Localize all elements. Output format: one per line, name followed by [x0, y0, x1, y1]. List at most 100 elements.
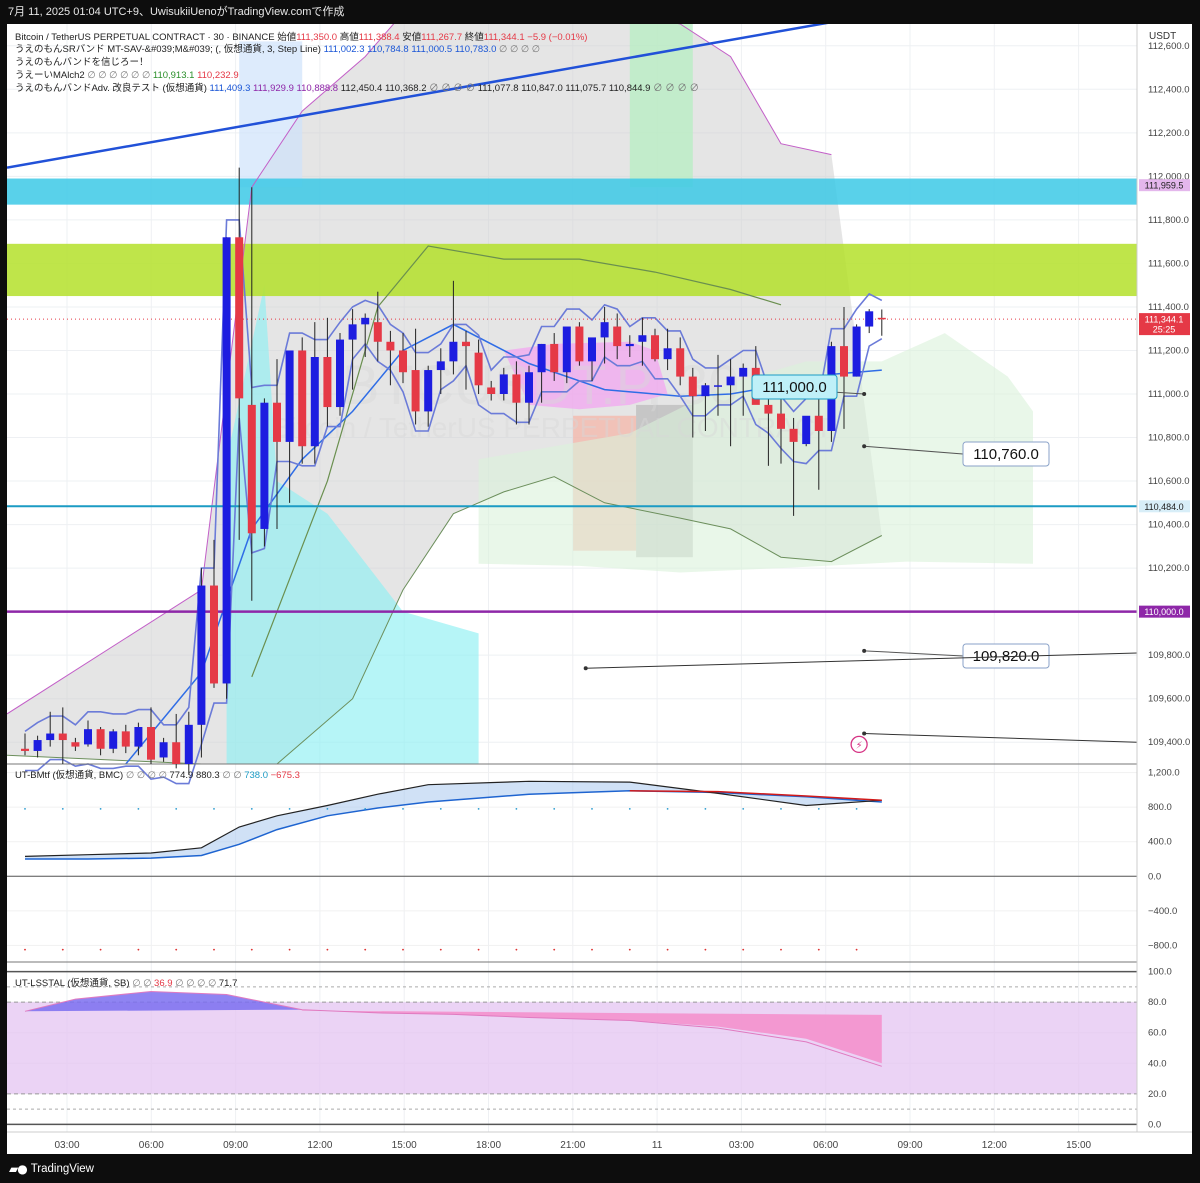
legend-change: −5.9 (−0.01%): [527, 32, 587, 43]
bm-dot-bottom: [817, 948, 820, 951]
candle-body: [298, 350, 307, 447]
bm-dot-top: [61, 808, 64, 810]
indicator-legend: UT-LSSTAL (仮想通貨, SB) ∅ ∅ 36.9 ∅ ∅ ∅ ∅ 71…: [15, 977, 237, 989]
indicator-legend-name: うえのもんバンドを信じろー！: [15, 56, 148, 68]
candle-body: [58, 733, 67, 741]
bm-dot-top: [477, 808, 480, 810]
legend-ohlc-label: 高値: [340, 31, 360, 43]
indicator-legend-value: ∅: [453, 83, 465, 94]
price-badge-text: 110,484.0: [1144, 502, 1183, 512]
bm-dot-top: [288, 808, 291, 810]
bm-dot-top: [213, 808, 215, 810]
bm-dot-bottom: [288, 948, 291, 951]
indicator-legend-value: ∅: [233, 770, 244, 781]
time-tick-label: 06:00: [813, 1140, 838, 1151]
candle-body: [436, 361, 445, 371]
indicator-legend-value: ∅: [131, 70, 142, 81]
indicator-legend-value: ∅: [148, 770, 159, 781]
bm-dot-bottom: [137, 948, 140, 951]
candle-body: [285, 350, 294, 442]
indicator-legend-value: ∅: [429, 83, 441, 94]
indicator-tick-label: 1,200.0: [1148, 768, 1180, 779]
time-tick-label: 12:00: [982, 1140, 1007, 1151]
indicator-legend-value: ∅: [120, 70, 131, 81]
indicator-legend-value: 112,450.4: [341, 83, 385, 94]
legend-ohlc-value: 111,350.0: [296, 32, 340, 43]
indicator-legend-value: 111,077.8: [478, 83, 522, 94]
ray-anchor-dot: [583, 666, 588, 671]
candle-body: [701, 385, 710, 397]
price-tick-label: 111,000.0: [1148, 389, 1189, 400]
candle-body: [159, 742, 168, 758]
indicator-legend-value: ∅: [677, 83, 689, 94]
candle-body: [373, 322, 382, 342]
indicator-legend-value: ∅: [222, 770, 233, 781]
candle-body: [260, 402, 269, 529]
time-tick-label: 15:00: [392, 1140, 417, 1151]
bm-dot-bottom: [213, 948, 215, 951]
bm-dot-top: [780, 808, 782, 810]
bm-dot-bottom: [175, 948, 178, 951]
legend-ohlc-label: 安値: [402, 31, 422, 43]
tradingview-logo[interactable]: ▰● TradingView: [9, 1162, 94, 1176]
indicator-tick-label: 40.0: [1148, 1058, 1167, 1069]
bm-dot-bottom: [439, 948, 442, 951]
bm-dot-top: [326, 808, 329, 810]
candle-body: [96, 729, 105, 749]
bm-dot-top: [175, 808, 178, 810]
candle-body: [197, 585, 206, 725]
candle-body: [840, 346, 848, 377]
candle-body: [600, 322, 609, 338]
indicator-legend-value: ∅: [126, 770, 137, 781]
indicator-legend-value: ∅: [499, 44, 510, 55]
candle-body: [474, 352, 483, 386]
time-tick-label: 11: [652, 1140, 663, 1151]
bm-dot-top: [553, 808, 556, 810]
indicator-legend-name: うえのもんバンドAdv. 改良テスト (仮想通貨): [15, 82, 210, 94]
candle-body: [613, 326, 622, 347]
indicator-tick-label: 80.0: [1148, 997, 1167, 1008]
candle-body: [449, 341, 458, 362]
indicator-tick-label: −400.0: [1148, 906, 1177, 917]
indicator-legend-value: 111,000.5: [411, 44, 455, 55]
indicator-tick-label: 0.0: [1148, 1119, 1161, 1130]
price-tick-label: 111,200.0: [1148, 345, 1189, 356]
indicator-legend-name: UT-LSSTAL (仮想通貨, SB): [15, 977, 132, 989]
bm-dot-top: [250, 808, 253, 810]
candle-body: [210, 585, 218, 684]
candle-body: [21, 748, 29, 751]
bm-dot-bottom: [250, 948, 253, 951]
candle-body: [802, 415, 811, 445]
alert-icon-glyph: ⚡: [856, 740, 863, 751]
indicator-legend-value: ∅: [653, 83, 665, 94]
indicator-legend-value: ∅: [87, 70, 98, 81]
indicator-legend-value: 110,783.0: [455, 44, 499, 55]
indicator-tick-label: 100.0: [1148, 967, 1172, 978]
trading-chart[interactable]: BTCUSDT.P, 30Bitcoin / TetherUS PERPETUA…: [7, 24, 1192, 1154]
resistance-zone: [7, 178, 1137, 205]
candle-body: [71, 742, 80, 747]
candle-body: [172, 742, 181, 764]
candle-body: [525, 372, 533, 403]
price-tick-label: 110,200.0: [1148, 563, 1190, 574]
indicator-legend-value: ∅: [159, 770, 170, 781]
candle-body: [550, 343, 559, 373]
indicator-legend-value: 71.7: [219, 978, 238, 989]
indicator-legend-value: ∅: [143, 978, 154, 989]
bm-dot-bottom: [666, 948, 669, 951]
indicator-legend-value: 110,784.8: [367, 44, 411, 55]
legend-title: Bitcoin / TetherUS PERPETUAL CONTRACT · …: [15, 32, 277, 43]
candle-body: [424, 370, 433, 412]
time-tick-label: 09:00: [223, 1140, 248, 1151]
price-tick-label: 111,600.0: [1148, 258, 1189, 269]
indicator-legend-value: ∅: [690, 83, 700, 94]
candle-body: [487, 387, 496, 394]
level-anchor-dot: [862, 648, 867, 653]
indicator-legend: うえーいMAlch2 ∅ ∅ ∅ ∅ ∅ ∅ 110,913.1 110,232…: [15, 70, 239, 81]
price-tick-label: 112,200.0: [1148, 128, 1190, 139]
candle-body: [46, 733, 55, 741]
candle-body: [109, 731, 118, 749]
price-tick-label: 112,400.0: [1148, 84, 1190, 95]
level-anchor-dot: [862, 392, 867, 396]
candle-body: [739, 367, 748, 377]
